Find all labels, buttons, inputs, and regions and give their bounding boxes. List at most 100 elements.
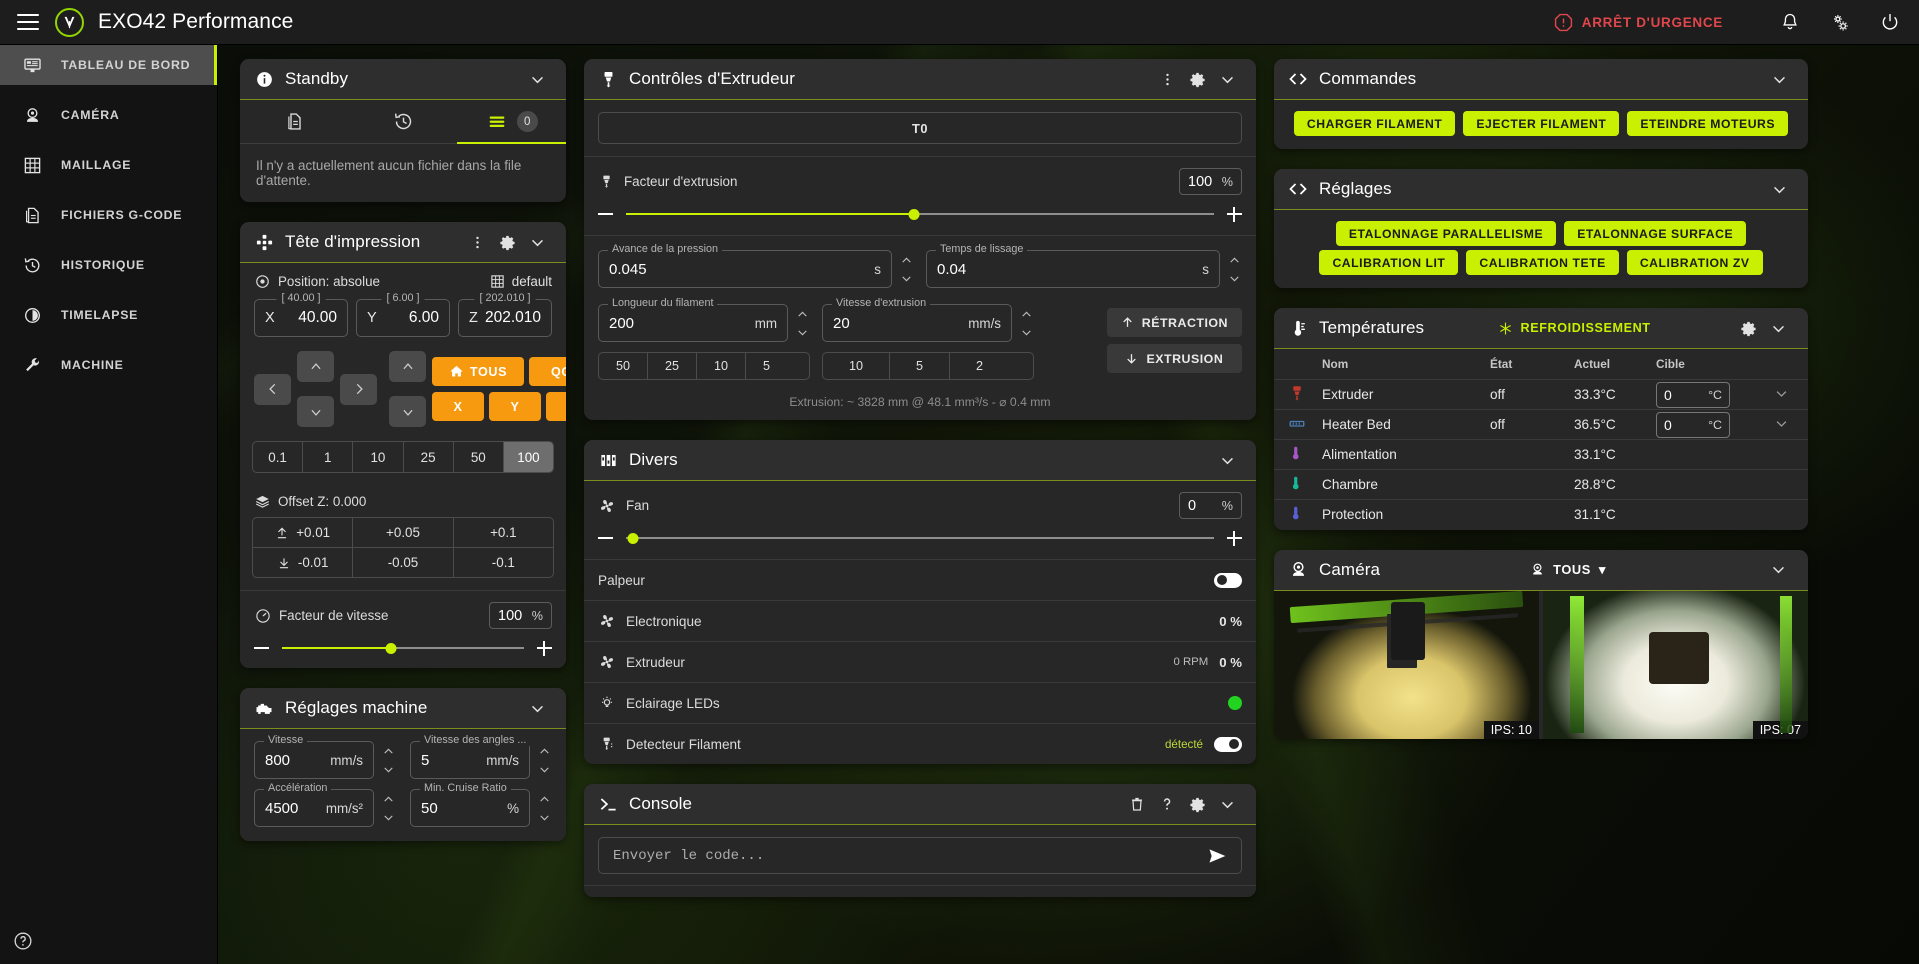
trash-icon[interactable] — [1122, 789, 1152, 819]
extruder-target-input[interactable]: 0 °C — [1656, 382, 1730, 408]
chevron-down-icon[interactable] — [522, 64, 552, 94]
extrusion-factor-decrease-button[interactable] — [598, 207, 613, 222]
stepper-down-icon[interactable] — [380, 761, 396, 777]
jog-y-minus-button[interactable] — [297, 396, 334, 427]
eteindre-moteurs-button[interactable]: ETEINDRE MOTEURS — [1627, 111, 1788, 136]
help-icon[interactable] — [1152, 789, 1182, 819]
z-offset-down-large-button[interactable]: -0.1 — [454, 548, 553, 577]
z-offset-up-med-button[interactable]: +0.05 — [353, 518, 453, 547]
stepper-up-icon[interactable] — [380, 791, 396, 807]
chevron-down-icon[interactable] — [1764, 174, 1794, 204]
pressure-advance-input[interactable]: Avance de la pression 0.045 s — [598, 250, 892, 288]
stepper-up-icon[interactable] — [794, 306, 810, 322]
vitesse-angles-stepper[interactable] — [536, 743, 552, 777]
stepper-down-icon[interactable] — [380, 809, 396, 825]
sidebar-item-tableau-de-bord[interactable]: TABLEAU DE BORD — [0, 45, 218, 85]
palpeur-toggle[interactable] — [1214, 573, 1242, 588]
home-x-button[interactable]: X — [432, 392, 484, 421]
console-input[interactable] — [613, 848, 1207, 864]
stepper-up-icon[interactable] — [898, 252, 914, 268]
home-z-button[interactable]: Z — [546, 392, 566, 421]
extrusion-factor-slider[interactable] — [626, 207, 1214, 222]
charger-filament-button[interactable]: CHARGER FILAMENT — [1294, 111, 1455, 136]
axis-z[interactable]: [ 202.010 ] Z 202.010 — [458, 299, 552, 337]
chevron-down-icon[interactable] — [1774, 389, 1789, 404]
step-option[interactable]: 0.1 — [253, 442, 303, 472]
gear-icon[interactable] — [1734, 313, 1764, 343]
step-option[interactable]: 25 — [404, 442, 454, 472]
home-all-button[interactable]: TOUS — [432, 357, 524, 386]
speed-factor-slider[interactable] — [282, 641, 524, 656]
heater-bed-target-input[interactable]: 0 °C — [1656, 412, 1730, 438]
retract-button[interactable]: RÉTRACTION — [1107, 308, 1242, 337]
step-option[interactable]: 10 — [353, 442, 403, 472]
chevron-down-icon[interactable] — [1212, 64, 1242, 94]
jog-x-plus-button[interactable] — [340, 374, 377, 405]
stepper-up-icon[interactable] — [380, 743, 396, 759]
stepper-up-icon[interactable] — [1018, 306, 1034, 322]
camera-feed-2[interactable]: IPS: 07 — [1543, 591, 1808, 739]
led-color-swatch[interactable] — [1228, 696, 1242, 710]
stepper-down-icon[interactable] — [794, 324, 810, 340]
vitesse-input[interactable]: Vitesse 800 mm/s — [254, 741, 374, 779]
stepper-down-icon[interactable] — [536, 809, 552, 825]
step-option-selected[interactable]: 100 — [504, 442, 553, 472]
send-icon[interactable] — [1207, 846, 1227, 866]
etalonnage-surface-button[interactable]: ETALONNAGE SURFACE — [1564, 221, 1746, 246]
help-icon[interactable] — [13, 931, 33, 951]
more-vert-icon[interactable] — [462, 227, 492, 257]
extrusion-factor-increase-button[interactable] — [1227, 207, 1242, 222]
gears-icon[interactable] — [1827, 9, 1853, 35]
cooling-button[interactable]: REFROIDISSEMENT — [1498, 321, 1651, 336]
speed-preset-button[interactable]: 5 — [890, 353, 950, 379]
sidebar-item-camera[interactable]: CAMÉRA — [0, 95, 218, 135]
chevron-down-icon[interactable] — [522, 693, 552, 723]
step-option[interactable]: 1 — [303, 442, 353, 472]
chevron-down-icon[interactable] — [1212, 789, 1242, 819]
menu-icon[interactable] — [17, 14, 39, 30]
extrusion-factor-input[interactable]: 100 % — [1179, 168, 1242, 195]
bed-mesh-profile-button[interactable]: default — [490, 274, 552, 289]
stepper-up-icon[interactable] — [536, 743, 552, 759]
fan-decrease-button[interactable] — [598, 531, 613, 546]
fan-input[interactable]: 0 % — [1179, 492, 1242, 519]
min-cruise-ratio-input[interactable]: Min. Cruise Ratio 50 % — [410, 789, 530, 827]
camera-selector[interactable]: TOUS ▾ — [1530, 562, 1606, 578]
jog-y-plus-button[interactable] — [297, 351, 334, 382]
pressure-advance-stepper[interactable] — [898, 252, 914, 286]
sidebar-item-historique[interactable]: HISTORIQUE — [0, 245, 218, 285]
power-icon[interactable] — [1877, 9, 1903, 35]
tool-selector-t0[interactable]: T0 — [598, 112, 1242, 144]
gear-icon[interactable] — [1182, 64, 1212, 94]
chevron-down-icon[interactable] — [522, 227, 552, 257]
jog-z-plus-button[interactable] — [389, 351, 426, 382]
chevron-down-icon[interactable] — [1774, 419, 1789, 434]
emergency-stop-button[interactable]: ARRÊT D'URGENCE — [1554, 13, 1723, 32]
z-offset-up-small-button[interactable]: +0.01 — [253, 518, 353, 547]
stepper-down-icon[interactable] — [536, 761, 552, 777]
tab-history[interactable] — [349, 100, 458, 143]
vitesse-angles-input[interactable]: Vitesse des angles ... 5 mm/s — [410, 741, 530, 779]
step-option[interactable]: 50 — [454, 442, 504, 472]
min-cruise-ratio-stepper[interactable] — [536, 791, 552, 825]
sidebar-item-fichiers-g-code[interactable]: FICHIERS G-CODE — [0, 195, 218, 235]
extrude-speed-stepper[interactable] — [1018, 306, 1034, 340]
stepper-down-icon[interactable] — [898, 270, 914, 286]
length-preset-button[interactable]: 5 — [746, 353, 787, 379]
calibration-tete-button[interactable]: CALIBRATION TETE — [1466, 250, 1618, 275]
stepper-down-icon[interactable] — [1226, 270, 1242, 286]
bell-icon[interactable] — [1777, 9, 1803, 35]
ejecter-filament-button[interactable]: EJECTER FILAMENT — [1463, 111, 1619, 136]
z-offset-up-large-button[interactable]: +0.1 — [454, 518, 553, 547]
gear-icon[interactable] — [492, 227, 522, 257]
more-vert-icon[interactable] — [1152, 64, 1182, 94]
chevron-down-icon[interactable] — [1764, 64, 1794, 94]
camera-feed-1[interactable]: IPS: 10 — [1274, 591, 1539, 739]
filament-length-input[interactable]: Longueur du filament 200 mm — [598, 304, 788, 342]
speed-factor-input[interactable]: 100 % — [489, 602, 552, 629]
length-preset-button[interactable]: 50 — [599, 353, 648, 379]
tab-files[interactable] — [240, 100, 349, 143]
fan-slider[interactable] — [626, 531, 1214, 546]
gear-icon[interactable] — [1182, 789, 1212, 819]
etalonnage-parallelisme-button[interactable]: ETALONNAGE PARALLELISME — [1336, 221, 1556, 246]
